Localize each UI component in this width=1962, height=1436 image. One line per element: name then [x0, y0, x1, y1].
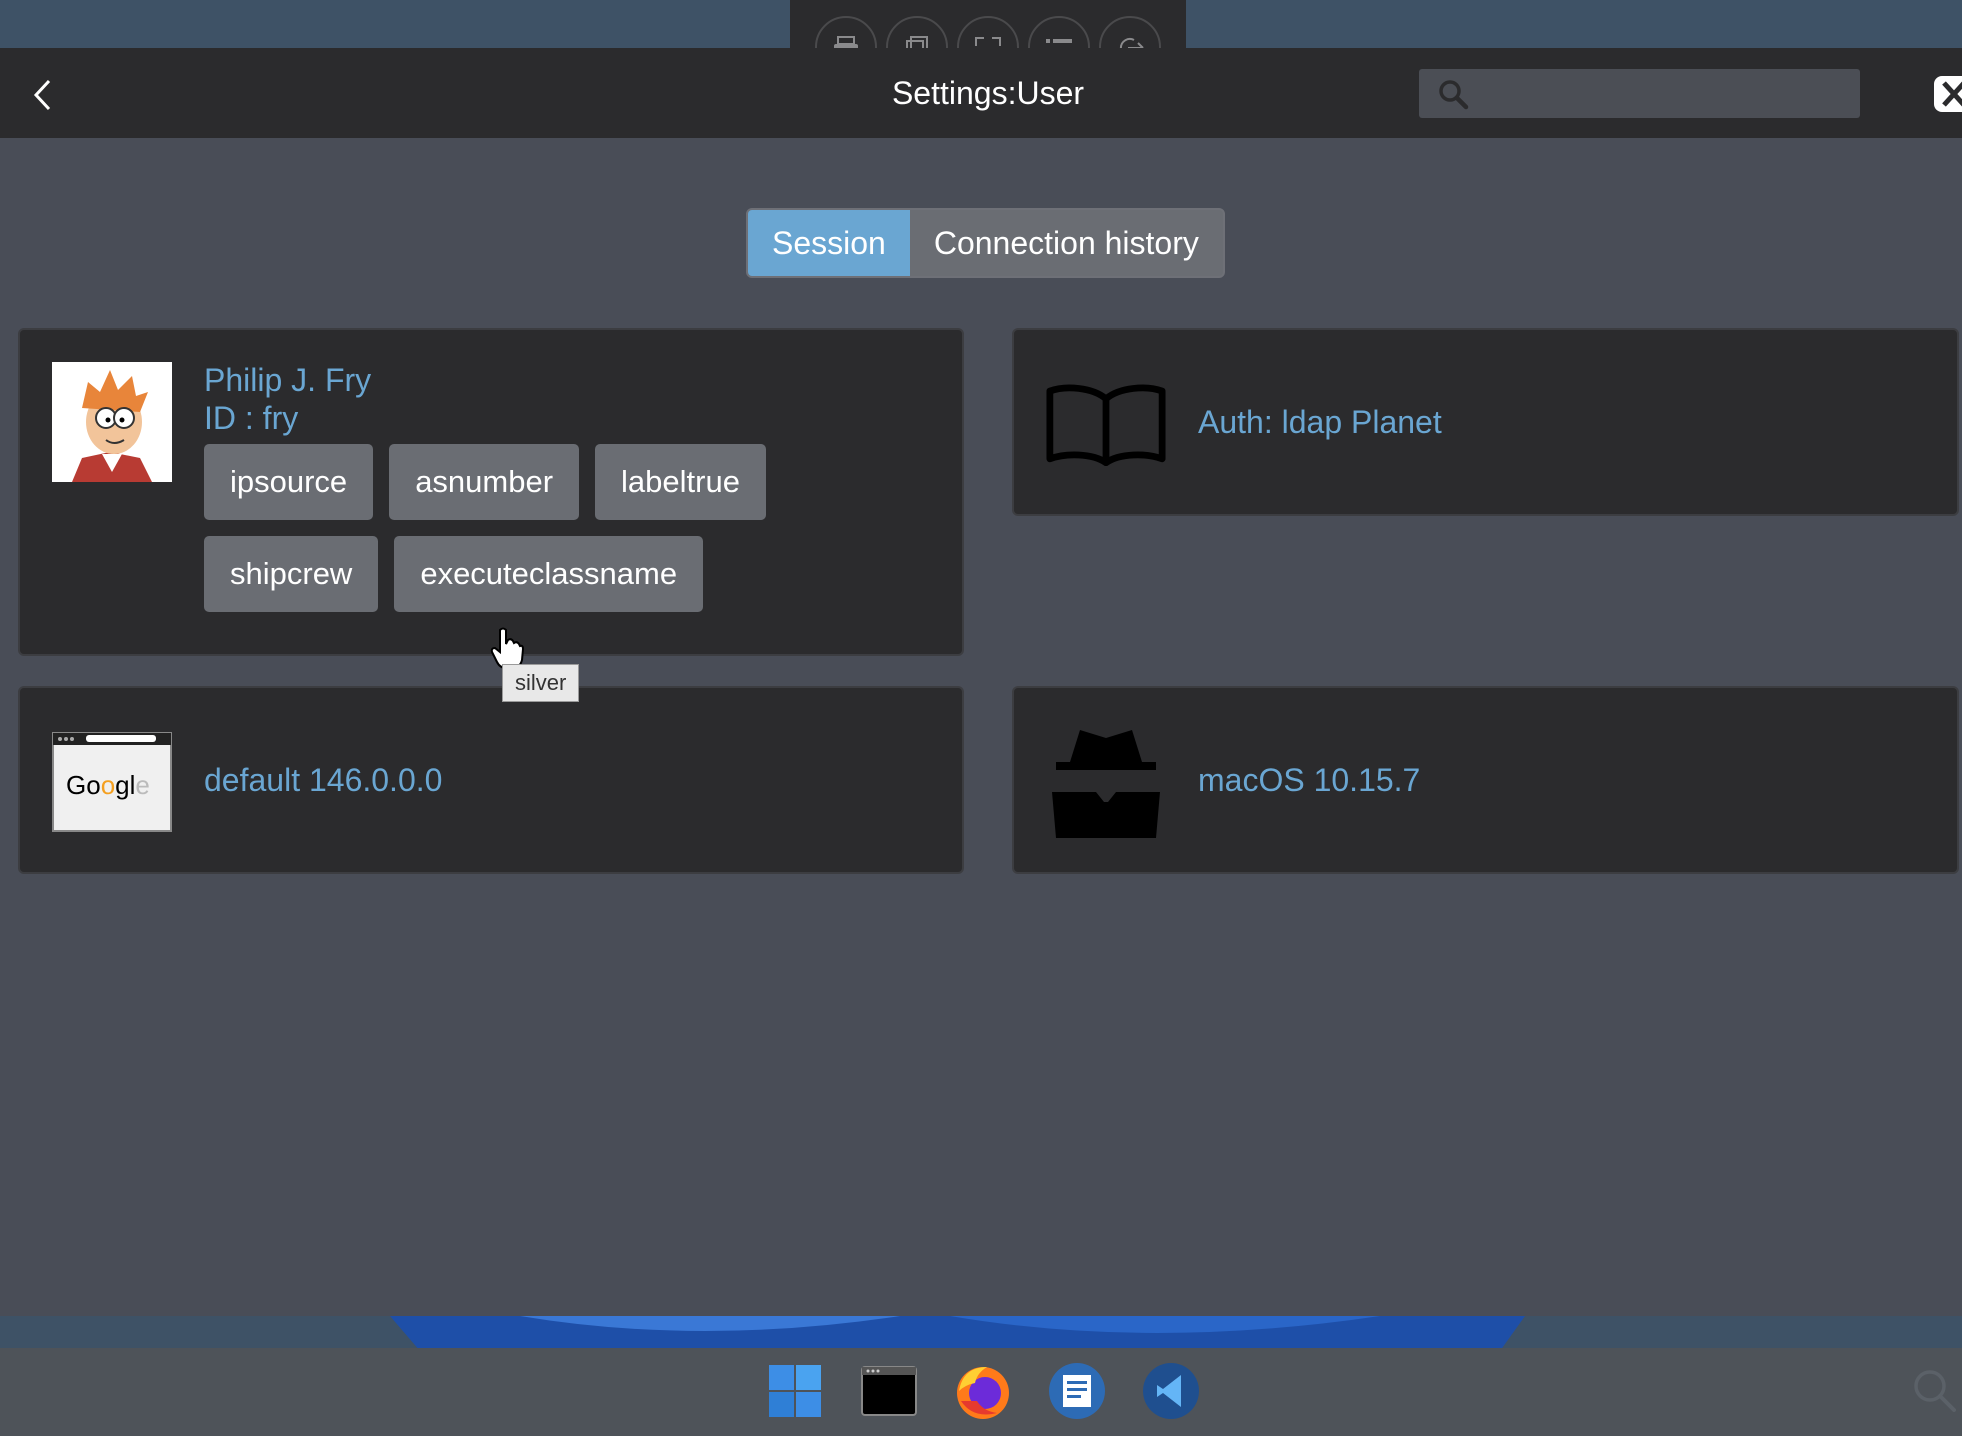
browser-icon: Google [52, 722, 172, 842]
group-chip-asnumber[interactable]: asnumber [389, 444, 580, 520]
header-bar: Settings:User [0, 48, 1962, 138]
tooltip: silver [502, 664, 580, 702]
search-box[interactable] [1419, 69, 1860, 118]
copy-button[interactable] [885, 16, 948, 48]
close-icon [1934, 76, 1962, 112]
group-chip-shipcrew[interactable]: shipcrew [204, 536, 379, 612]
fullscreen-icon [974, 37, 1001, 46]
taskbar [0, 1348, 1962, 1436]
browser-label: default 146.0.0.0 [204, 762, 443, 798]
svg-text:Google: Google [66, 770, 150, 800]
desktop-wallpaper [0, 1316, 1962, 1351]
fullscreen-button[interactable] [956, 16, 1019, 48]
user-id: ID : fry [204, 400, 299, 436]
print-button[interactable] [814, 16, 877, 48]
logout-icon [1120, 38, 1145, 48]
printer-icon [833, 36, 858, 48]
avatar-image [52, 362, 172, 482]
search-input[interactable] [1473, 69, 1860, 118]
windows-start-icon [769, 1365, 821, 1417]
incognito-icon [1046, 722, 1166, 842]
firefox-icon [957, 1367, 1009, 1419]
taskbar-apps [762, 1358, 1204, 1426]
tab-group: Session Connection history [746, 208, 1225, 278]
tab-session[interactable]: Session [748, 210, 910, 276]
taskbar-editor-button[interactable] [1044, 1358, 1110, 1424]
user-card: Philip J. Fry ID : fry ipsource asnumber… [18, 328, 964, 656]
vscode-icon [1143, 1363, 1199, 1419]
logout-button[interactable] [1099, 16, 1162, 48]
user-name: Philip J. Fry [204, 362, 372, 398]
taskbar-terminal-button[interactable] [856, 1358, 922, 1424]
taskbar-search-icon[interactable] [1912, 1368, 1956, 1412]
list-button[interactable] [1028, 16, 1091, 48]
copy-icon [905, 36, 928, 48]
terminal-icon [861, 1366, 917, 1416]
os-card: macOS 10.15.7 [1012, 686, 1959, 874]
book-icon [1046, 364, 1166, 484]
close-button[interactable] [1932, 74, 1962, 114]
settings-window: Settings:User Session Connection history [0, 48, 1962, 1316]
group-chip-ipsource[interactable]: ipsource [204, 444, 374, 520]
group-chip-executeclassname[interactable]: executeclassname [394, 536, 704, 612]
auth-label: Auth: ldap Planet [1198, 404, 1442, 440]
taskbar-firefox-button[interactable] [950, 1358, 1016, 1424]
taskbar-vscode-button[interactable] [1138, 1358, 1204, 1424]
group-chip-labeltrue[interactable]: labeltrue [595, 444, 766, 520]
auth-card: Auth: ldap Planet [1012, 328, 1959, 516]
taskbar-start-button[interactable] [762, 1358, 828, 1424]
os-label: macOS 10.15.7 [1198, 762, 1421, 798]
search-icon [1437, 78, 1473, 110]
list-icon [1046, 39, 1073, 43]
top-toolbar [790, 0, 1186, 48]
tab-connection-history[interactable]: Connection history [910, 210, 1223, 276]
group-list: ipsource asnumber labeltrue shipcrew exe… [204, 444, 824, 612]
text-editor-icon [1049, 1363, 1105, 1419]
browser-card: Google default 146.0.0.0 [18, 686, 964, 874]
avatar [52, 362, 172, 482]
